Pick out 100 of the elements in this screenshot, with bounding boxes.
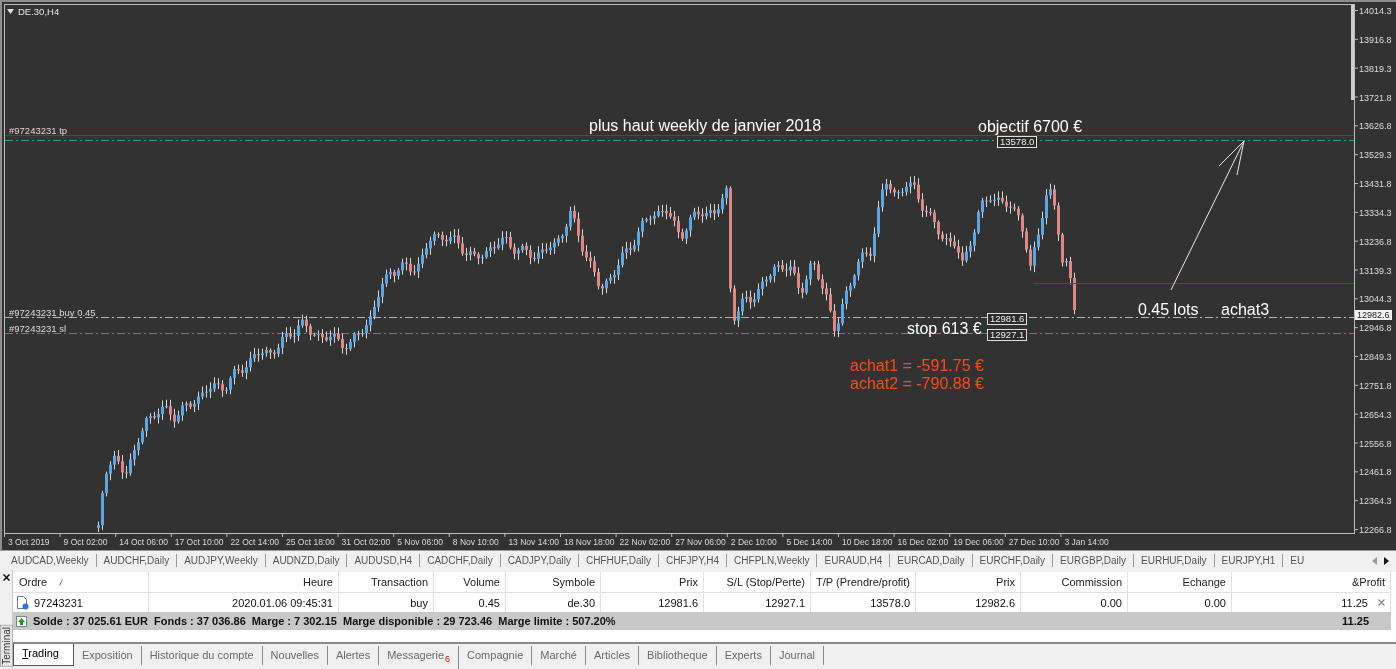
sort-icon[interactable] <box>59 578 64 586</box>
time-label: 27 Dec 10:00 <box>1008 537 1060 548</box>
column-header[interactable]: Prix <box>916 572 1021 593</box>
current-price-tag: 12982.6 <box>1355 310 1392 320</box>
up-arrow-icon <box>16 615 27 627</box>
order-line-label: #97243231 tp <box>9 125 68 136</box>
order-line-label: #97243231 buy 0.45 <box>9 307 96 318</box>
price-label: 13529.3 <box>1359 150 1392 162</box>
entry-line[interactable] <box>4 317 1355 318</box>
chart-tab[interactable]: EURJPY,H1 <box>1214 554 1284 567</box>
price-label: 12751.8 <box>1359 380 1392 392</box>
column-header[interactable]: Prix <box>601 572 704 593</box>
chart-tab[interactable]: CADCHF,Daily <box>420 554 501 567</box>
close-icon[interactable] <box>2 574 10 581</box>
trend-arrow[interactable] <box>1170 140 1245 291</box>
column-header[interactable]: &Profit <box>1232 572 1391 593</box>
chart-tab[interactable]: EURCAD,Daily <box>890 554 973 567</box>
price-label: 13626.8 <box>1359 121 1392 133</box>
time-label: 3 Jan 14:00 <box>1064 537 1109 548</box>
time-label: 22 Nov 02:00 <box>619 537 671 548</box>
terminal-tab[interactable]: Nouvelles <box>262 645 328 665</box>
time-label: 10 Dec 18:00 <box>842 537 893 548</box>
loss-note: achat2 = -790.88 € <box>850 375 984 393</box>
loss-note: achat1 = -591.75 € <box>850 357 984 375</box>
terminal-tab[interactable]: Historique du compte <box>141 645 263 665</box>
column-title: Ordre <box>19 576 48 588</box>
chart-tab[interactable]: EURHUF,Daily <box>1134 554 1215 567</box>
terminal-tab[interactable]: Bibliotheque <box>639 645 717 665</box>
chart-tab[interactable]: AUDCAD,Weekly <box>4 554 97 567</box>
price-label: 12654.3 <box>1359 409 1392 421</box>
terminal-tab[interactable]: Articles <box>586 645 640 665</box>
chart-tab[interactable]: AUDCHF,Daily <box>96 554 178 567</box>
chart-note: 0.45 lots <box>1138 300 1199 319</box>
stop-loss-line[interactable] <box>4 333 1355 334</box>
chart-tab[interactable]: CHFJPY,H4 <box>658 554 728 567</box>
time-label: 13 Nov 14:00 <box>508 537 559 548</box>
time-label: 19 Dec 06:00 <box>953 537 1004 548</box>
time-label: 18 Nov 18:00 <box>564 537 615 548</box>
total-profit: 11.25 <box>1342 615 1369 627</box>
chart-tab[interactable]: AUDNZD,Daily <box>265 554 348 567</box>
column-header[interactable]: Symbole <box>506 572 601 593</box>
column-header[interactable]: Volume <box>434 572 506 593</box>
terminal-tab[interactable]: Alertes <box>327 645 380 665</box>
column-header[interactable]: T/P (Prendre/profit) <box>811 572 916 593</box>
account-summary: Solde : 37 025.61 EUR Fonds : 37 036.86 Marge : 7 302.15 Marge disponible : 29 723.46 Marge limite : 507.20% <box>33 615 617 627</box>
column-header[interactable]: Ordre <box>13 572 149 593</box>
terminal-tab[interactable]: Marché <box>532 645 586 665</box>
chart-tab[interactable]: EURGBP,Daily <box>1053 554 1135 567</box>
chart-tab[interactable]: CHFHUF,Daily <box>578 554 659 567</box>
chart-note: stop 613 € <box>907 319 982 338</box>
price-label: 13721.8 <box>1359 92 1392 104</box>
caret-icon[interactable] <box>7 9 14 14</box>
terminal-tab[interactable]: Exposition <box>73 645 142 665</box>
terminal-tab[interactable]: Trading <box>13 643 74 666</box>
price-tag: 12927.1 <box>987 329 1028 341</box>
scroll-right-icon[interactable] <box>1384 556 1389 565</box>
chart-note: plus haut weekly de janvier 2018 <box>589 116 822 135</box>
order-line-label: #97243231 sl <box>9 323 67 334</box>
price-label: 14014.3 <box>1359 6 1392 17</box>
price-label: 13334.3 <box>1359 207 1392 219</box>
price-label: 12849.3 <box>1359 352 1392 363</box>
scroll-left-icon[interactable] <box>1372 556 1377 565</box>
terminal-tab[interactable]: Experts <box>716 645 771 665</box>
time-label: 22 Oct 14:00 <box>230 537 280 548</box>
price-label: 12946.8 <box>1359 323 1392 335</box>
price-tag: 12981.6 <box>987 313 1028 325</box>
chart-tab[interactable]: AUDJPY,Weekly <box>177 554 266 567</box>
chart-tab[interactable]: CADJPY,Daily <box>500 554 579 567</box>
price-label: 13044.3 <box>1359 294 1392 306</box>
column-header[interactable]: S/L (Stop/Perte) <box>704 572 811 593</box>
table-cell: 97243231 <box>34 596 83 609</box>
price-label: 12364.3 <box>1359 496 1392 508</box>
terminal-tab[interactable]: Journal <box>770 645 824 665</box>
column-header[interactable]: Commission <box>1021 572 1128 593</box>
horizontal-line[interactable] <box>1032 282 1355 285</box>
take-profit-line[interactable] <box>4 140 1355 141</box>
time-label: 27 Nov 06:00 <box>675 537 726 548</box>
chart-tab[interactable]: EURAUD,H4 <box>817 554 891 567</box>
time-label: 31 Oct 02:00 <box>341 537 391 548</box>
price-label: 12556.8 <box>1359 438 1392 450</box>
time-label: 9 Oct 02:00 <box>63 537 108 548</box>
column-header[interactable]: Transaction <box>339 572 434 593</box>
chart-note: achat3 <box>1221 300 1270 319</box>
chart-tab[interactable]: EU <box>1283 554 1312 567</box>
column-header[interactable]: Echange <box>1128 572 1232 593</box>
time-label: 8 Nov 10:00 <box>452 537 499 548</box>
price-tag: 13578.0 <box>997 136 1038 148</box>
chart-tab[interactable]: EURCHF,Daily <box>972 554 1054 567</box>
panel-title: Terminal <box>0 625 13 667</box>
terminal-tab[interactable]: Compagnie <box>459 645 533 665</box>
column-header[interactable]: Heure <box>149 572 339 593</box>
time-label: 2 Dec 10:00 <box>730 537 777 548</box>
price-label: 12266.8 <box>1359 525 1392 536</box>
time-label: 14 Oct 06:00 <box>119 537 168 548</box>
chart-tab[interactable]: AUDUSD,H4 <box>347 554 421 567</box>
time-label: 5 Dec 14:00 <box>786 537 833 548</box>
price-label: 13139.3 <box>1359 265 1392 277</box>
time-label: 17 Oct 10:00 <box>174 537 224 548</box>
terminal-tab[interactable]: Messagerie$_{6}$ <box>379 645 460 669</box>
chart-tab[interactable]: CHFPLN,Weekly <box>727 554 818 567</box>
